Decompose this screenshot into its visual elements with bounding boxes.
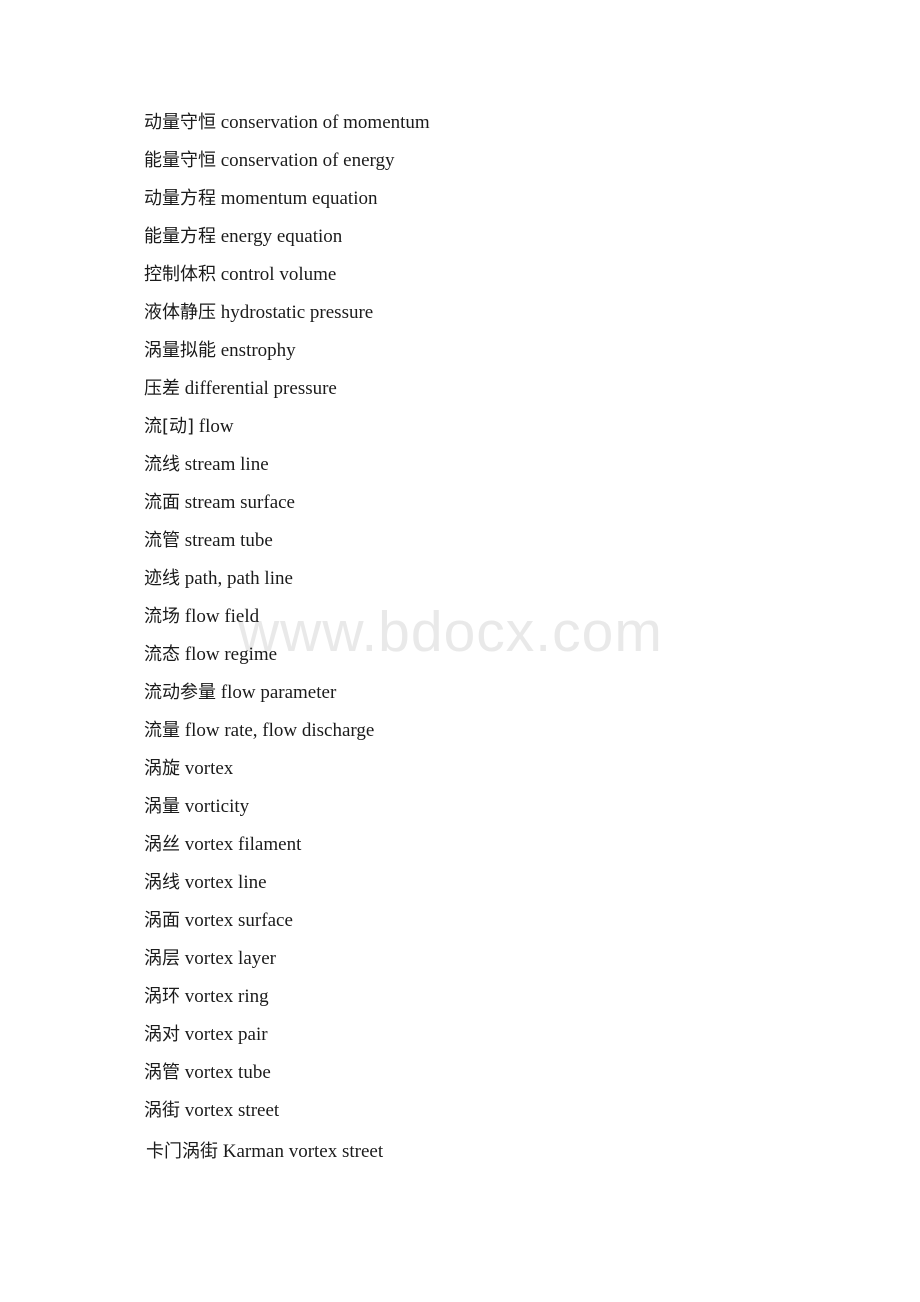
glossary-term-zh: 涡线: [144, 872, 180, 893]
glossary-term-en: flow: [198, 416, 234, 437]
glossary-entry: 涡丝 vortex filament: [0, 826, 920, 864]
glossary-term-en: flow field: [184, 606, 260, 627]
glossary-term-en: vortex street: [184, 1100, 280, 1121]
glossary-term-en: stream line: [184, 454, 269, 475]
glossary-entry: 迹线 path, path line: [0, 560, 920, 598]
glossary-term-en: vortex filament: [184, 834, 302, 855]
glossary-entry: 涡街 vortex street: [0, 1092, 920, 1130]
glossary-entry: 动量方程 momentum equation: [0, 180, 920, 218]
glossary-term-en: vortex ring: [184, 986, 269, 1007]
glossary-entry: 涡管 vortex tube: [0, 1054, 920, 1092]
glossary-term-zh: 流量: [144, 720, 180, 741]
glossary-entry: 流态 flow regime: [0, 636, 920, 674]
glossary-term-zh: 流场: [144, 606, 180, 627]
glossary-term-zh: 涡量: [144, 796, 180, 817]
glossary-entry: 液体静压 hydrostatic pressure: [0, 294, 920, 332]
glossary-term-zh: 流态: [144, 644, 180, 665]
glossary-entry: 卡门涡街 Karman vortex street: [0, 1130, 920, 1170]
glossary-term-en: hydrostatic pressure: [220, 302, 374, 323]
glossary-entry: 流面 stream surface: [0, 484, 920, 522]
glossary-term-zh: 涡管: [144, 1062, 180, 1083]
glossary-term-en: vortex layer: [184, 948, 277, 969]
glossary-term-en: conservation of momentum: [220, 112, 430, 133]
glossary-term-zh: 能量守恒: [144, 150, 216, 171]
glossary-term-en: control volume: [220, 264, 337, 285]
document-page: www.bdocx.com 动量守恒 conservation of momen…: [0, 0, 920, 1302]
glossary-term-en: vortex surface: [184, 910, 293, 931]
glossary-term-en: differential pressure: [184, 378, 337, 399]
glossary-term-zh: 动量守恒: [144, 112, 216, 133]
glossary-term-en: stream surface: [184, 492, 295, 513]
glossary-term-zh: 控制体积: [144, 264, 216, 285]
glossary-entry: 控制体积 control volume: [0, 256, 920, 294]
glossary-term-zh: 能量方程: [144, 226, 216, 247]
glossary-term-zh: 涡丝: [144, 834, 180, 855]
glossary-term-zh: 流面: [144, 492, 180, 513]
glossary-term-en: flow rate, flow discharge: [184, 720, 375, 741]
glossary-term-zh: 流线: [144, 454, 180, 475]
glossary-term-en: conservation of energy: [220, 150, 395, 171]
glossary-entry: 流线 stream line: [0, 446, 920, 484]
glossary-entry: 涡层 vortex layer: [0, 940, 920, 978]
glossary-term-en: enstrophy: [220, 340, 296, 361]
glossary-term-en: vorticity: [184, 796, 250, 817]
glossary-entry: 涡旋 vortex: [0, 750, 920, 788]
glossary-term-zh: 涡面: [144, 910, 180, 931]
glossary-term-zh: 涡量拟能: [144, 340, 216, 361]
glossary-term-zh: 卡门涡街: [146, 1141, 218, 1162]
glossary-entry: 压差 differential pressure: [0, 370, 920, 408]
glossary-term-en: vortex: [184, 758, 234, 779]
glossary-entry: 涡环 vortex ring: [0, 978, 920, 1016]
glossary-term-en: flow regime: [184, 644, 278, 665]
glossary-term-zh: 流动参量: [144, 682, 216, 703]
glossary-entry: 涡面 vortex surface: [0, 902, 920, 940]
glossary-term-zh: 涡旋: [144, 758, 180, 779]
glossary-entry: 涡量 vorticity: [0, 788, 920, 826]
glossary-term-en: vortex pair: [184, 1024, 268, 1045]
glossary-term-zh: 迹线: [144, 568, 180, 589]
glossary-term-zh: 涡层: [144, 948, 180, 969]
glossary-entry: 涡线 vortex line: [0, 864, 920, 902]
glossary-entry: 能量守恒 conservation of energy: [0, 142, 920, 180]
glossary-term-zh: 流管: [144, 530, 180, 551]
glossary-term-en: stream tube: [184, 530, 273, 551]
glossary-term-zh: 液体静压: [144, 302, 216, 323]
glossary-term-zh: 压差: [144, 378, 180, 399]
glossary-term-zh: 涡环: [144, 986, 180, 1007]
glossary-term-zh: 流[动]: [144, 416, 195, 437]
glossary-entry: 流场 flow field: [0, 598, 920, 636]
glossary-entry: 涡量拟能 enstrophy: [0, 332, 920, 370]
glossary-term-zh: 动量方程: [144, 188, 216, 209]
glossary-term-en: flow parameter: [220, 682, 337, 703]
glossary-term-en: path, path line: [184, 568, 293, 589]
glossary-term-en: Karman vortex street: [222, 1141, 384, 1162]
glossary-term-zh: 涡街: [144, 1100, 180, 1121]
glossary-entry: 能量方程 energy equation: [0, 218, 920, 256]
glossary-term-en: energy equation: [220, 226, 343, 247]
glossary-term-en: momentum equation: [220, 188, 378, 209]
glossary-term-en: vortex line: [184, 872, 267, 893]
glossary-term-zh: 涡对: [144, 1024, 180, 1045]
glossary-entry: 流量 flow rate, flow discharge: [0, 712, 920, 750]
glossary-entry: 流[动] flow: [0, 408, 920, 446]
glossary-term-en: vortex tube: [184, 1062, 271, 1083]
glossary-entry: 动量守恒 conservation of momentum: [0, 104, 920, 142]
glossary-list: 动量守恒 conservation of momentum 能量守恒 conser…: [0, 104, 920, 1170]
glossary-entry: 涡对 vortex pair: [0, 1016, 920, 1054]
glossary-entry: 流动参量 flow parameter: [0, 674, 920, 712]
glossary-entry: 流管 stream tube: [0, 522, 920, 560]
